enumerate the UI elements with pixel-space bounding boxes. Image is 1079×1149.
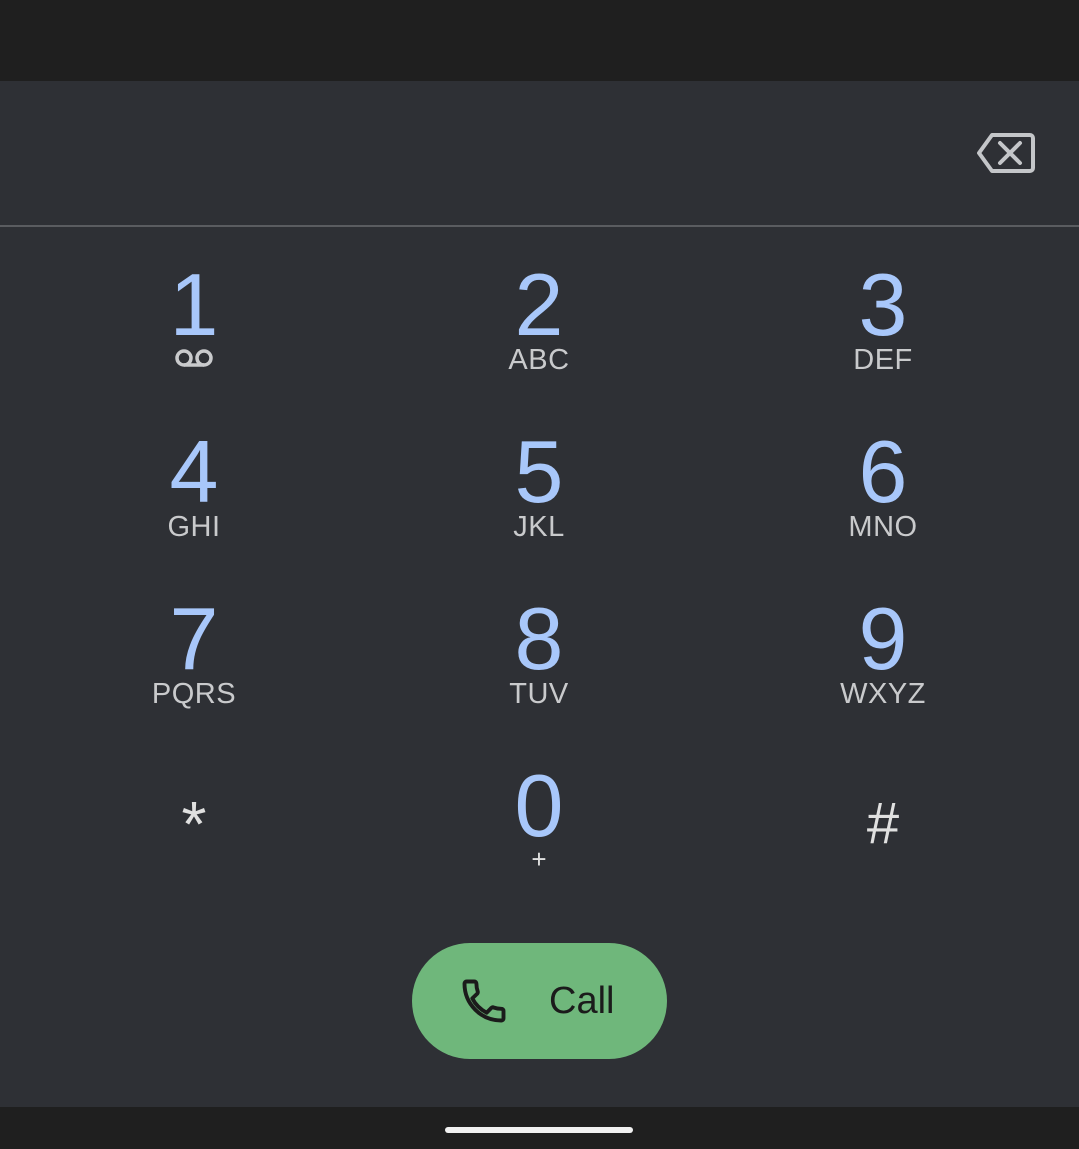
number-display-area	[0, 81, 1079, 225]
call-button[interactable]: Call	[412, 943, 667, 1059]
key-digit: 4	[169, 422, 219, 521]
key-3[interactable]: 3 DEF	[733, 227, 1033, 387]
key-digit: 5	[514, 422, 564, 521]
key-letters: TUV	[509, 678, 569, 710]
key-symbol: *	[181, 788, 207, 860]
phone-icon	[462, 979, 506, 1023]
key-letters: DEF	[853, 344, 913, 376]
key-letters: WXYZ	[840, 678, 926, 710]
key-digit: 3	[858, 255, 908, 354]
key-digit: 2	[514, 255, 564, 354]
backspace-button[interactable]	[972, 129, 1040, 177]
status-bar	[0, 0, 1079, 81]
key-4[interactable]: 4 GHI	[44, 394, 344, 554]
dialpad: 1 2 ABC 3 DEF 4 GHI 5 JKL 6 MNO 7 PQRS 8…	[0, 227, 1079, 927]
key-digit: 0	[514, 756, 564, 855]
voicemail-icon	[175, 349, 213, 367]
key-letters: GHI	[167, 511, 221, 543]
key-7[interactable]: 7 PQRS	[44, 561, 344, 721]
home-gesture-handle[interactable]	[445, 1127, 633, 1133]
key-letters: PQRS	[151, 678, 237, 710]
key-letters: ABC	[508, 344, 570, 376]
call-label: Call	[549, 980, 615, 1022]
key-9[interactable]: 9 WXYZ	[733, 561, 1033, 721]
key-letters: JKL	[513, 511, 565, 543]
key-digit: 9	[858, 589, 908, 688]
backspace-icon	[977, 133, 1035, 173]
key-digit: 7	[169, 589, 219, 688]
key-8[interactable]: 8 TUV	[389, 561, 689, 721]
key-letters: MNO	[848, 511, 918, 543]
key-5[interactable]: 5 JKL	[389, 394, 689, 554]
key-digit: 8	[514, 589, 564, 688]
key-digit: 6	[858, 422, 908, 521]
key-letters: +	[531, 844, 547, 874]
phone-number-field[interactable]	[40, 121, 940, 185]
key-symbol: #	[866, 791, 900, 856]
navigation-bar	[0, 1107, 1079, 1149]
key-star[interactable]: *	[44, 728, 344, 888]
key-0[interactable]: 0 +	[389, 728, 689, 888]
key-1[interactable]: 1	[44, 227, 344, 387]
key-digit: 1	[169, 255, 219, 354]
key-2[interactable]: 2 ABC	[389, 227, 689, 387]
key-pound[interactable]: #	[733, 728, 1033, 888]
key-6[interactable]: 6 MNO	[733, 394, 1033, 554]
